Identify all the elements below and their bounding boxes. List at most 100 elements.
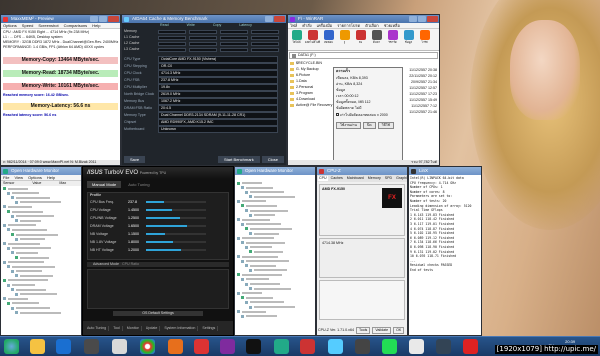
sensor-row[interactable] xyxy=(1,283,81,287)
sensor-row[interactable] xyxy=(235,245,315,249)
winrar-menu-item[interactable]: ช่วยเหลือ xyxy=(384,23,400,28)
turbo-footer-button[interactable]: System Information xyxy=(162,325,199,331)
sensor-row[interactable] xyxy=(1,256,81,260)
sensor-row[interactable] xyxy=(235,181,315,185)
toolbar-button[interactable]: ไวรัส xyxy=(417,29,432,50)
ohm-titlebar[interactable]: Open Hardware Monitor xyxy=(1,167,81,175)
aida64-titlebar[interactable]: AIDA64 Cache & Memory Benchmark xyxy=(122,15,286,23)
sensor-row[interactable] xyxy=(235,273,315,277)
sensor-row[interactable] xyxy=(235,264,315,268)
ohm-menu-item[interactable]: View xyxy=(14,175,23,180)
winrar-menu-item[interactable]: ตัวเลือก xyxy=(365,23,379,28)
ohm-menu-item[interactable]: Help xyxy=(47,175,55,180)
menu-speed[interactable]: Speed xyxy=(22,23,34,28)
sensor-row[interactable] xyxy=(235,314,315,318)
sensor-row[interactable] xyxy=(1,246,81,250)
save-button[interactable]: Save xyxy=(124,156,146,163)
toolbar-button[interactable]: ใส่ไฟล์ xyxy=(289,29,304,50)
sensor-row[interactable] xyxy=(1,191,81,195)
advanced-mode-bar[interactable]: Advanced Mode CPU Ratio xyxy=(87,262,229,267)
turbo-footer-button[interactable]: Auto Tuning xyxy=(85,325,110,331)
sensor-row[interactable] xyxy=(1,205,81,209)
sensor-row[interactable] xyxy=(235,287,315,291)
param-slider[interactable] xyxy=(146,225,206,227)
sensor-row[interactable] xyxy=(1,196,81,200)
minimize-button[interactable] xyxy=(409,16,417,22)
cpuz-tab[interactable]: SPD xyxy=(384,176,393,181)
sensor-row[interactable] xyxy=(235,250,315,254)
chrome-icon[interactable] xyxy=(140,339,155,354)
sensor-row[interactable] xyxy=(235,259,315,263)
sensor-row[interactable] xyxy=(1,260,81,264)
param-slider[interactable] xyxy=(146,249,206,251)
sensor-row[interactable] xyxy=(1,223,81,227)
winrar-menu-item[interactable]: ไฟล์ xyxy=(290,23,297,28)
winrar-menu-item[interactable]: คำสั่ง xyxy=(302,23,311,28)
maxxmem-window[interactable]: MaxxMEM² - Preview Options Speed Screensho… xyxy=(0,14,121,166)
menu-help[interactable]: Help xyxy=(92,23,100,28)
linx-titlebar[interactable]: LinX xyxy=(409,167,481,175)
winrar-window[interactable]: F\ - WinRAR ไฟล์ คำสั่ง เครื่องมือ รายการโป… xyxy=(287,14,440,166)
turbo-footer-button[interactable]: Monitor xyxy=(125,325,142,331)
turbo-footer-button[interactable]: Update xyxy=(144,325,161,331)
sensor-row[interactable] xyxy=(1,269,81,273)
aida64-window[interactable]: AIDA64 Cache & Memory Benchmark Read Writ… xyxy=(121,14,287,166)
param-slider[interactable] xyxy=(146,217,206,219)
cpuz-tab[interactable]: Caches xyxy=(330,176,344,181)
linx-window[interactable]: LinX Intel(R) LINPACK 64-bit data CPU fre… xyxy=(408,166,482,336)
sensor-row[interactable] xyxy=(1,210,81,214)
cpuz-tab[interactable]: CPU xyxy=(318,176,328,181)
minimize-button[interactable] xyxy=(90,16,98,22)
toolbar-button[interactable]: ลบ xyxy=(353,29,368,50)
asus-task-icon[interactable] xyxy=(246,339,261,354)
sensor-row[interactable] xyxy=(235,186,315,190)
app-icon[interactable] xyxy=(112,339,127,354)
sensor-row[interactable] xyxy=(235,199,315,203)
sensor-row[interactable] xyxy=(1,242,81,246)
sensor-row[interactable] xyxy=(235,268,315,272)
sensor-row[interactable] xyxy=(1,237,81,241)
maxxmem-titlebar[interactable]: MaxxMEM² - Preview xyxy=(1,15,120,23)
param-slider[interactable] xyxy=(146,241,206,243)
turbov-window[interactable]: /ISUS TurboV EVO Powered by TPU Manual M… xyxy=(82,166,234,336)
sensor-row[interactable] xyxy=(235,310,315,314)
sensor-row[interactable] xyxy=(1,292,81,296)
ohm-menu-item[interactable]: File xyxy=(3,175,9,180)
aida-task-icon[interactable] xyxy=(328,339,343,354)
toolbar-button[interactable]: ข้อมูล xyxy=(401,29,416,50)
ohm-window-2[interactable]: Open Hardware Monitor xyxy=(234,166,316,336)
cmd-icon[interactable] xyxy=(84,339,99,354)
ohm-menu-item[interactable]: Options xyxy=(28,175,42,180)
toolbar-button[interactable]: แตกไฟล์ไปที่ xyxy=(305,29,320,50)
sensor-row[interactable] xyxy=(1,301,81,305)
sensor-row[interactable] xyxy=(1,233,81,237)
sensor-row[interactable] xyxy=(235,291,315,295)
menu-screenshot[interactable]: Screenshot xyxy=(38,23,58,28)
cpuz-tab[interactable]: Graphics xyxy=(395,176,407,181)
menu-options[interactable]: Options xyxy=(3,23,17,28)
sensor-row[interactable] xyxy=(1,288,81,292)
winrar-menu-item[interactable]: เครื่องมือ xyxy=(317,23,333,28)
sensor-row[interactable] xyxy=(1,297,81,301)
ohm-task-icon[interactable] xyxy=(274,339,289,354)
sensor-row[interactable] xyxy=(1,251,81,255)
sensor-row[interactable] xyxy=(1,200,81,204)
toolbar-button[interactable]: ทดสอบ xyxy=(321,29,336,50)
winrar-task-icon[interactable] xyxy=(220,339,235,354)
tool-task-icon[interactable] xyxy=(436,339,451,354)
popup-close-button[interactable]: ปิด xyxy=(363,122,376,129)
close-button[interactable] xyxy=(274,16,285,22)
sensor-row[interactable] xyxy=(235,277,315,281)
sensor-row[interactable] xyxy=(235,300,315,304)
sensor-row[interactable] xyxy=(1,187,81,191)
sensor-row[interactable] xyxy=(235,305,315,309)
start-benchmark-button[interactable]: Start Benchmark xyxy=(217,156,260,163)
ie-icon[interactable] xyxy=(56,339,71,354)
winrar-titlebar[interactable]: F\ - WinRAR xyxy=(288,15,439,23)
doc-task-icon[interactable] xyxy=(409,339,424,354)
ohm-window-1[interactable]: Open Hardware Monitor File View Options Hel… xyxy=(0,166,82,336)
maximize-button[interactable] xyxy=(418,16,426,22)
ohm2-titlebar[interactable]: Open Hardware Monitor xyxy=(235,167,315,175)
misc-task-icon[interactable] xyxy=(463,339,478,354)
util-task-icon[interactable] xyxy=(382,339,397,354)
